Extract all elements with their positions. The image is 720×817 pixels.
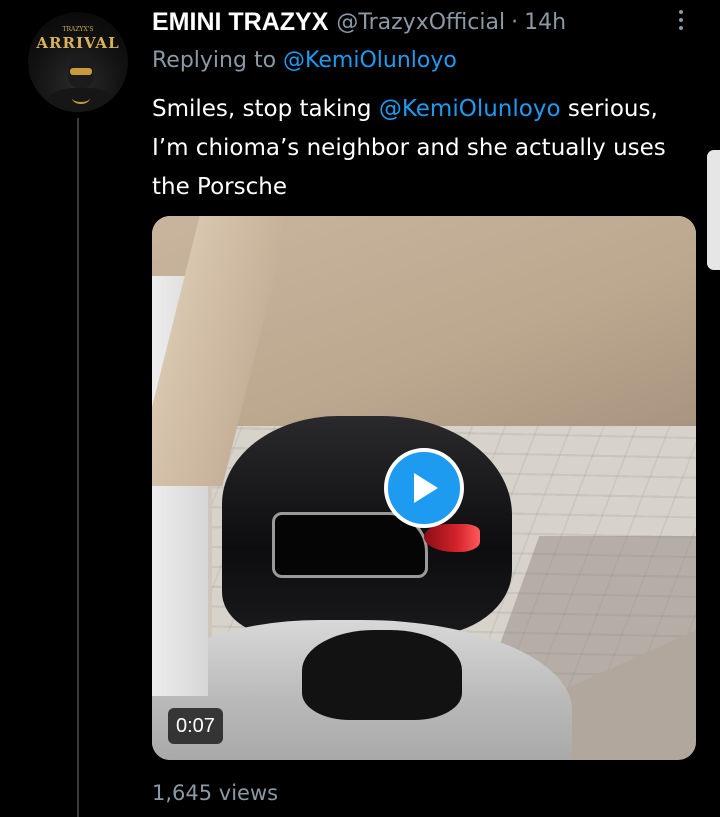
tweet[interactable]: TRAZYX'S ARRIVAL EMINI TRAZYX @TrazyxOff…	[0, 0, 720, 817]
more-vertical-icon	[679, 10, 683, 14]
display-name[interactable]: EMINI TRAZYX	[152, 8, 328, 37]
video-player[interactable]: 0:07	[152, 216, 696, 760]
avatar-logo-text: ARRIVAL	[36, 34, 120, 52]
tweet-text-part1: Smiles, stop taking	[152, 96, 379, 122]
timestamp[interactable]: 14h	[524, 10, 566, 35]
avatar-figure-glasses	[70, 68, 92, 75]
tweet-text: Smiles, stop taking @KemiOlunloyo seriou…	[152, 90, 682, 207]
video-duration-badge: 0:07	[168, 708, 223, 744]
view-count: 1,645 views	[152, 781, 279, 805]
separator-dot: ·	[511, 9, 519, 35]
avatar[interactable]: TRAZYX'S ARRIVAL	[28, 12, 128, 112]
tweet-text-mention[interactable]: @KemiOlunloyo	[379, 96, 561, 122]
more-vertical-icon-dot	[679, 18, 683, 22]
avatar-figure-chain	[72, 92, 90, 104]
replying-to-label: Replying to	[152, 48, 277, 73]
scrollbar-thumb[interactable]	[707, 150, 720, 270]
avatar-small-text: TRAZYX'S	[62, 26, 94, 33]
video-frame-silver-car-roof	[302, 630, 462, 720]
play-icon	[414, 473, 438, 503]
replying-to: Replying to @KemiOlunloyo	[152, 48, 457, 73]
tweet-header: EMINI TRAZYX @TrazyxOfficial · 14h	[152, 6, 566, 38]
replying-to-mention[interactable]: @KemiOlunloyo	[283, 48, 457, 73]
thread-line	[77, 118, 79, 817]
more-options-button[interactable]	[666, 4, 696, 36]
handle[interactable]: @TrazyxOfficial	[336, 10, 505, 35]
play-button[interactable]	[384, 448, 464, 528]
more-vertical-icon-dot	[679, 26, 683, 30]
